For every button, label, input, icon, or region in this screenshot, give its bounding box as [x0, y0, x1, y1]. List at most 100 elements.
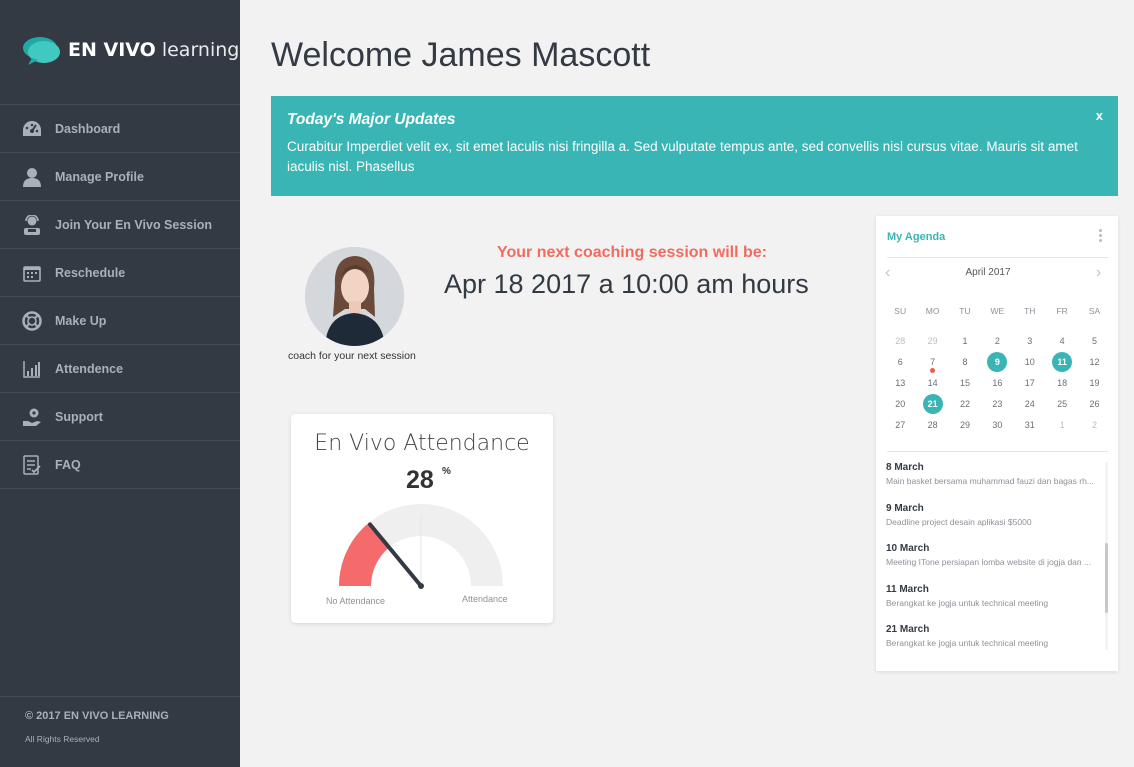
calendar-day[interactable]: 31: [1014, 415, 1046, 436]
calendar-day[interactable]: 2: [981, 331, 1013, 352]
sidebar-item-label: Attendence: [55, 361, 124, 376]
calendar-day[interactable]: 7: [916, 352, 948, 373]
calendar-day[interactable]: 5: [1078, 331, 1110, 352]
lifebuoy-icon: [21, 310, 43, 332]
calendar-day[interactable]: 17: [1014, 373, 1046, 394]
sidebar-item-faq[interactable]: FAQ: [0, 441, 240, 489]
agenda-event[interactable]: 10 March Meeting ITone persiapan lomba we…: [886, 543, 1096, 584]
sidebar-item-manage-profile[interactable]: Manage Profile: [0, 153, 240, 201]
calendar-day[interactable]: 20: [884, 394, 916, 415]
attendance-label-right: Attendance: [462, 594, 508, 604]
sidebar-item-reschedule[interactable]: Reschedule: [0, 249, 240, 297]
calendar-week: 6 7 8 9 10 11 12: [884, 352, 1111, 373]
calendar-day[interactable]: 22: [949, 394, 981, 415]
calendar-day[interactable]: 1: [949, 331, 981, 352]
scrollbar-thumb[interactable]: [1105, 543, 1108, 613]
checklist-icon: [21, 454, 43, 476]
event-text: Meeting ITone persiapan lomba website di…: [886, 557, 1092, 567]
calendar-month: April 2017: [965, 267, 1011, 278]
calendar-day[interactable]: 18: [1046, 373, 1078, 394]
weekday-label: SU: [894, 306, 907, 316]
weekday-label: TH: [1024, 306, 1036, 316]
attendance-title: En Vivo Attendance: [314, 431, 530, 456]
rights-text: All Rights Reserved: [25, 734, 100, 744]
next-session-title: Your next coaching session will be:: [497, 244, 767, 261]
calendar-day[interactable]: 3: [1014, 331, 1046, 352]
sidebar-item-support[interactable]: Support: [0, 393, 240, 441]
calendar-day[interactable]: 28: [884, 331, 916, 352]
calendar-week: 13 14 15 16 17 18 19: [884, 373, 1111, 394]
more-options-icon[interactable]: [1099, 229, 1103, 244]
calendar-week: 20 21 22 23 24 25 26: [884, 394, 1111, 415]
calendar-icon: [21, 262, 43, 284]
calendar-day[interactable]: 1: [1046, 415, 1078, 436]
sidebar-item-make-up[interactable]: Make Up: [0, 297, 240, 345]
sidebar-item-label: FAQ: [55, 457, 81, 472]
calendar-day[interactable]: 16: [981, 373, 1013, 394]
calendar-day[interactable]: 9: [981, 352, 1013, 373]
coach-caption: coach for your next session: [288, 350, 416, 362]
agenda-panel: My Agenda ‹ April 2017 › SU MO TU WE TH FR SA 2…: [876, 216, 1118, 671]
calendar-day[interactable]: 30: [981, 415, 1013, 436]
calendar-day[interactable]: 13: [884, 373, 916, 394]
divider: [887, 257, 1108, 258]
gauge-pivot: [418, 583, 424, 589]
calendar-day[interactable]: 4: [1046, 331, 1078, 352]
calendar-day[interactable]: 19: [1078, 373, 1110, 394]
calendar-day[interactable]: 14: [916, 373, 948, 394]
coach-avatar[interactable]: [305, 247, 404, 346]
updates-body: Curabitur Imperdiet velit ex, sit emet l…: [287, 139, 1078, 174]
calendar-week: 28 29 1 2 3 4 5: [884, 331, 1111, 352]
calendar-day[interactable]: 28: [916, 415, 948, 436]
calendar-day[interactable]: 23: [981, 394, 1013, 415]
chevron-right-icon[interactable]: ›: [1096, 264, 1101, 282]
event-date: 10 March: [886, 543, 930, 554]
brand-logo[interactable]: EN VIVO learning: [22, 34, 239, 66]
user-icon: [21, 166, 43, 188]
sidebar-item-join-session[interactable]: Join Your En Vivo Session: [0, 201, 240, 249]
sidebar-nav: Dashboard Manage Profile Join Your En Vi…: [0, 104, 240, 489]
weekday-label: FR: [1056, 306, 1068, 316]
calendar-day[interactable]: 12: [1078, 352, 1110, 373]
updates-title: Today's Major Updates: [287, 111, 456, 128]
calendar-day[interactable]: 15: [949, 373, 981, 394]
headset-user-icon: [21, 214, 43, 236]
next-session-date: Apr 18 2017 a 10:00 am hours: [444, 269, 809, 299]
close-button[interactable]: x: [1096, 108, 1103, 123]
agenda-event[interactable]: 11 March Berangkat ke jogja untuk technic…: [886, 584, 1096, 625]
calendar-day[interactable]: 21: [916, 394, 948, 415]
calendar-day[interactable]: 27: [884, 415, 916, 436]
attendance-value: 28: [406, 466, 434, 494]
agenda-event[interactable]: 9 March Deadline project desain aplikasi …: [886, 503, 1096, 544]
calendar-day[interactable]: 10: [1014, 352, 1046, 373]
event-text: Deadline project desain aplikasi $5000: [886, 516, 1032, 527]
event-text: Berangkat ke jogja untuk technical meeti…: [886, 597, 1049, 608]
calendar-day[interactable]: 6: [884, 352, 916, 373]
calendar-day[interactable]: 8: [949, 352, 981, 373]
agenda-event[interactable]: 8 March Main basket bersama muhammad fauz…: [886, 462, 1096, 503]
calendar-day[interactable]: 24: [1014, 394, 1046, 415]
weekday-label: TU: [959, 306, 971, 316]
attendance-label-left: No Attendance: [326, 596, 386, 606]
dashboard-icon: [21, 118, 43, 140]
page-title: Welcome James Mascott: [271, 36, 651, 74]
agenda-event[interactable]: 21 March Berangkat ke jogja untuk technic…: [886, 624, 1096, 650]
calendar-week: 27 28 29 30 31 1 2: [884, 415, 1111, 436]
sidebar-item-attendence[interactable]: Attendence: [0, 345, 240, 393]
event-text: Berangkat ke jogja untuk technical meeti…: [886, 638, 1049, 648]
brand-name-light: learning: [161, 39, 240, 61]
sidebar-item-label: Support: [55, 409, 103, 424]
calendar-day[interactable]: 2: [1078, 415, 1110, 436]
calendar-day[interactable]: 11: [1046, 352, 1078, 373]
attendance-unit: %: [442, 466, 451, 477]
event-date: 8 March: [886, 462, 924, 473]
brand-name: EN VIVO learning: [68, 39, 239, 61]
weekday-label: MO: [925, 306, 940, 316]
attendance-gauge: [339, 504, 503, 589]
calendar-day[interactable]: 29: [916, 331, 948, 352]
sidebar-item-dashboard[interactable]: Dashboard: [0, 105, 240, 153]
support-hand-icon: [21, 406, 43, 428]
calendar-day[interactable]: 25: [1046, 394, 1078, 415]
calendar-day[interactable]: 26: [1078, 394, 1110, 415]
calendar-day[interactable]: 29: [949, 415, 981, 436]
